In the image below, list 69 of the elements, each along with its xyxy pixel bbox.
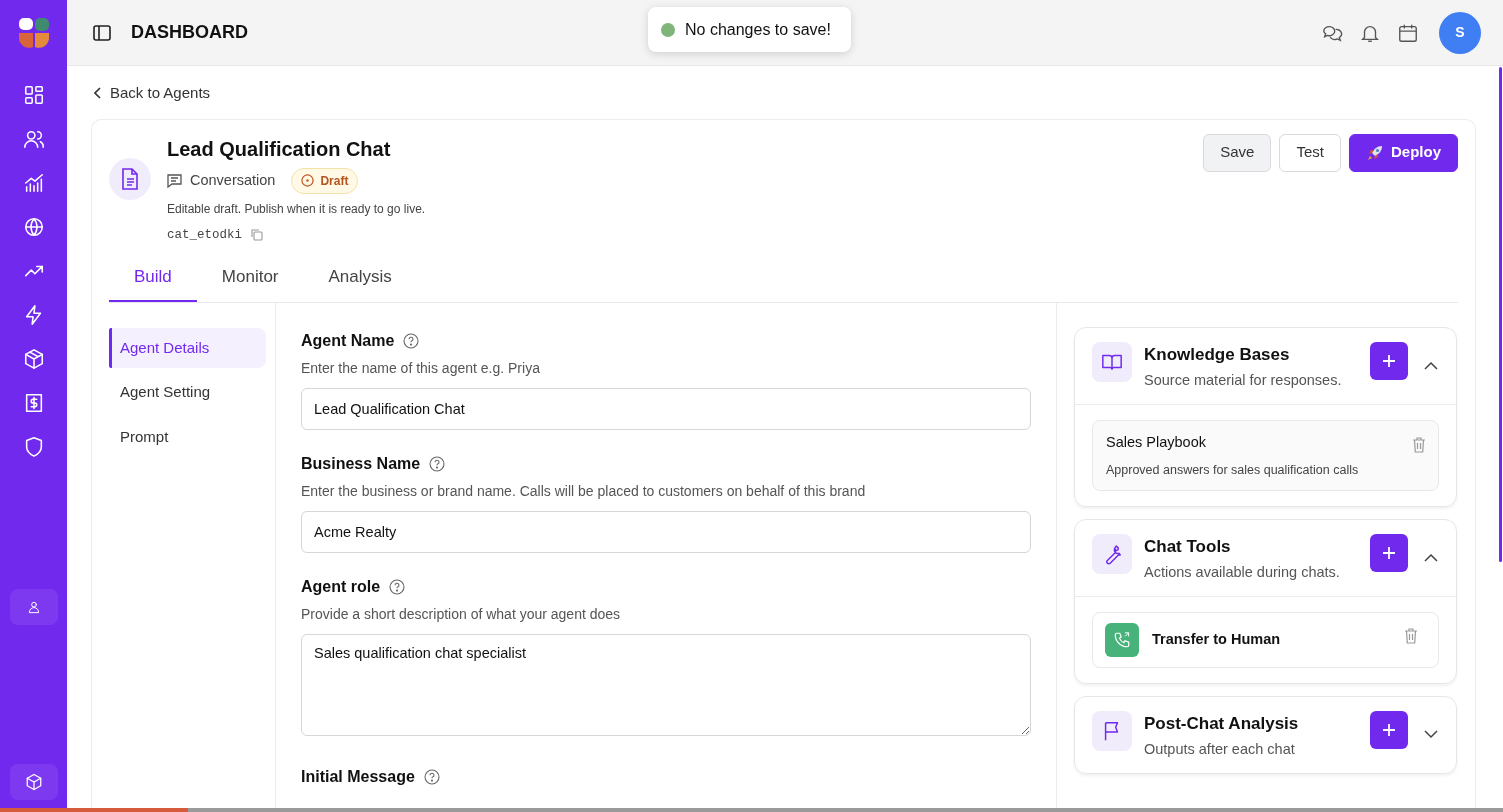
document-icon <box>109 157 151 200</box>
message-icon <box>167 173 182 188</box>
agent-note: Editable draft. Publish when it is ready to go live. <box>167 200 426 218</box>
help-icon[interactable] <box>403 332 420 349</box>
toast-message: No changes to save! <box>685 19 831 40</box>
cube-icon[interactable] <box>22 348 45 370</box>
add-button[interactable] <box>1370 533 1408 572</box>
field-label: Initial Message <box>301 766 415 787</box>
item-title: Transfer to Human <box>1152 629 1281 649</box>
help-icon[interactable] <box>429 455 446 472</box>
field-label: Agent Name <box>301 330 395 351</box>
section-nav-item[interactable]: Agent Setting <box>109 372 266 413</box>
success-dot-icon <box>661 22 675 37</box>
page-title: DASHBOARD <box>131 21 248 44</box>
panel-title: Knowledge Bases <box>1144 343 1291 366</box>
phone-transfer-icon <box>1105 622 1139 657</box>
plus-icon <box>1381 352 1397 369</box>
knowledge-item[interactable]: Sales Playbook Approved answers for sales qualification calls <box>1092 420 1439 491</box>
field-label: Business Name <box>301 453 421 474</box>
back-chevron-icon <box>94 87 102 100</box>
text-area[interactable]: Sales qualification chat specialist <box>301 633 1031 736</box>
tool-item[interactable]: Transfer to Human <box>1092 611 1439 668</box>
text-field[interactable]: Acme Realty <box>301 510 1031 553</box>
text-field[interactable]: Lead Qualification Chat <box>301 387 1031 430</box>
section-nav-item[interactable]: Agent Details <box>109 327 266 369</box>
item-title: Sales Playbook <box>1106 433 1207 452</box>
plus-icon <box>1381 544 1397 561</box>
panel-title: Chat Tools <box>1144 535 1232 558</box>
scrollbar[interactable] <box>1499 67 1502 562</box>
tab[interactable]: Analysis <box>303 262 417 302</box>
panel-title: Post-Chat Analysis <box>1144 712 1299 735</box>
field-label: Agent role <box>301 576 381 597</box>
dashboard-icon[interactable] <box>22 84 45 106</box>
back-link[interactable]: Back to Agents <box>110 82 211 105</box>
panel-subtitle: Source material for responses. <box>1144 371 1342 391</box>
plus-icon <box>1381 721 1397 738</box>
field-hint: Enter the name of this agent e.g. Priya <box>301 358 541 378</box>
panel-subtitle: Outputs after each chat <box>1144 740 1296 760</box>
cube-button[interactable] <box>9 764 58 800</box>
tab[interactable]: Build <box>109 262 197 302</box>
field-hint: Enter the business or brand name. Calls will be placed to customers on behalf of this brand <box>301 481 867 501</box>
cube-icon <box>24 773 43 791</box>
user-icon <box>26 599 41 615</box>
agent-name: Lead Qualification Chat <box>167 136 392 162</box>
help-icon[interactable] <box>423 768 440 785</box>
sidebar-toggle-icon[interactable] <box>93 24 111 41</box>
logo-icon[interactable] <box>16 16 51 50</box>
field-hint: Provide a short description of what your agent does <box>301 604 622 624</box>
panel-subtitle: Actions available during chats. <box>1144 563 1340 582</box>
bar-chart-icon[interactable] <box>22 172 45 194</box>
agent-type: Conversation <box>190 170 276 190</box>
save-button[interactable]: Save <box>1203 133 1272 172</box>
users-icon[interactable] <box>22 128 45 150</box>
agent-id: cat_etodki <box>167 226 242 244</box>
add-button[interactable] <box>1370 341 1408 380</box>
deploy-button[interactable]: Deploy <box>1349 133 1458 172</box>
book-icon <box>1092 341 1132 382</box>
globe-icon[interactable] <box>22 216 45 238</box>
item-description: Approved answers for sales qualification calls <box>1106 461 1359 479</box>
help-icon[interactable] <box>389 578 406 595</box>
tab[interactable]: Monitor <box>196 262 304 302</box>
test-button[interactable]: Test <box>1279 133 1341 172</box>
rocket-icon <box>1366 143 1384 162</box>
user-avatar[interactable]: S <box>1439 11 1481 54</box>
flag-icon <box>1092 710 1132 751</box>
add-button[interactable] <box>1370 710 1408 749</box>
profile-button[interactable] <box>9 589 58 625</box>
status-badge: Draft <box>291 167 359 194</box>
section-nav-item[interactable]: Prompt <box>109 416 266 458</box>
